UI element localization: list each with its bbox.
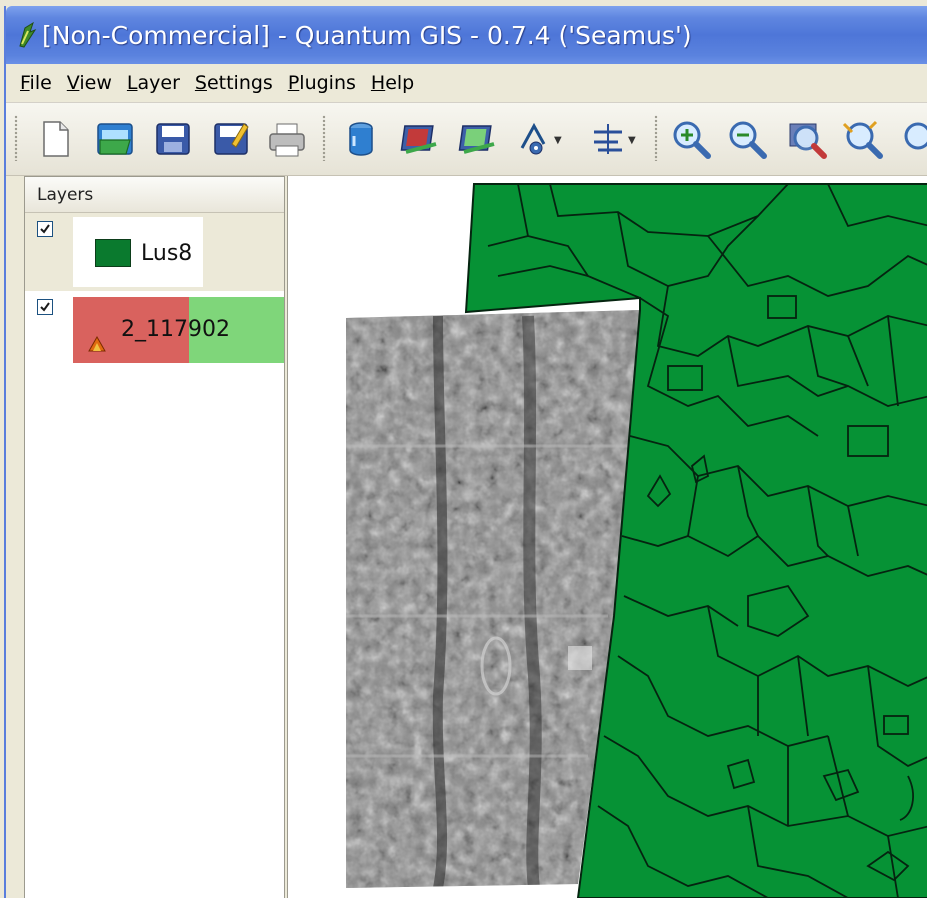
capture-point-icon [520, 122, 546, 155]
layer-name: Lus8 [141, 241, 193, 266]
checkmark-icon [40, 224, 50, 234]
toolbar-grip[interactable] [322, 115, 326, 161]
layer-visibility-checkbox[interactable] [37, 299, 53, 315]
add-vector-layer-icon [349, 122, 373, 156]
layer-name: 2_117902 [121, 317, 230, 342]
zoom-out-button[interactable] [726, 118, 768, 160]
add-raster-layer-button[interactable] [400, 118, 442, 160]
open-project-icon [97, 123, 133, 155]
title-bar[interactable]: [Non-Commercial] - Quantum GIS - 0.7.4 (… [6, 6, 927, 64]
zoom-previous-icon [904, 122, 927, 150]
layers-panel: Layers Lus8 2_117902 [24, 176, 285, 898]
main-toolbar: ▼ ▼ [6, 103, 927, 176]
capture-line-icon [594, 124, 622, 154]
qgis-logo-icon [19, 21, 37, 48]
zoom-out-icon [729, 121, 767, 159]
save-as-icon [214, 123, 249, 155]
new-project-button[interactable] [34, 118, 76, 160]
save-project-icon [156, 123, 190, 155]
dropdown-arrow-icon[interactable]: ▼ [628, 135, 636, 146]
layers-header: Layers [25, 177, 284, 213]
capture-point-button[interactable] [514, 118, 556, 160]
dropdown-arrow-icon[interactable]: ▼ [554, 135, 562, 146]
map-view[interactable] [288, 176, 927, 898]
save-project-button[interactable] [152, 118, 194, 160]
vector-symbol-swatch [95, 239, 131, 267]
toolbar-grip[interactable] [654, 115, 658, 161]
zoom-full-button[interactable] [786, 118, 828, 160]
add-layer-button[interactable] [458, 118, 500, 160]
menu-bar: File View Layer Settings Plugins Help [6, 64, 927, 103]
zoom-selected-button[interactable] [842, 118, 884, 160]
menu-view[interactable]: View [67, 72, 112, 94]
print-icon [269, 123, 305, 157]
add-vector-layer-button[interactable] [340, 118, 382, 160]
open-project-button[interactable] [94, 118, 136, 160]
add-layer-icon [458, 125, 495, 154]
qgis-window: [Non-Commercial] - Quantum GIS - 0.7.4 (… [4, 6, 927, 898]
zoom-in-icon [673, 121, 711, 159]
menu-settings[interactable]: Settings [195, 72, 273, 94]
capture-line-button[interactable] [588, 118, 630, 160]
save-as-button[interactable] [210, 118, 252, 160]
zoom-in-button[interactable] [670, 118, 712, 160]
zoom-selected-icon [842, 120, 883, 159]
print-button[interactable] [266, 118, 308, 160]
layer-item-2-117902[interactable]: 2_117902 [25, 291, 284, 363]
map-canvas[interactable] [287, 176, 927, 898]
menu-layer[interactable]: Layer [127, 72, 180, 94]
layer-item-lus8[interactable]: Lus8 [25, 213, 284, 291]
zoom-full-icon [789, 123, 827, 159]
raster-layer-icon [88, 335, 106, 352]
window-title: [Non-Commercial] - Quantum GIS - 0.7.4 (… [42, 20, 692, 50]
menu-plugins[interactable]: Plugins [288, 72, 356, 94]
add-raster-layer-icon [400, 125, 437, 154]
menu-file[interactable]: File [20, 72, 52, 94]
new-project-icon [43, 121, 69, 157]
zoom-previous-button[interactable] [900, 118, 927, 160]
layer-visibility-checkbox[interactable] [37, 221, 53, 237]
toolbar-grip[interactable] [14, 115, 18, 161]
checkmark-icon [40, 302, 50, 312]
menu-help[interactable]: Help [371, 72, 414, 94]
